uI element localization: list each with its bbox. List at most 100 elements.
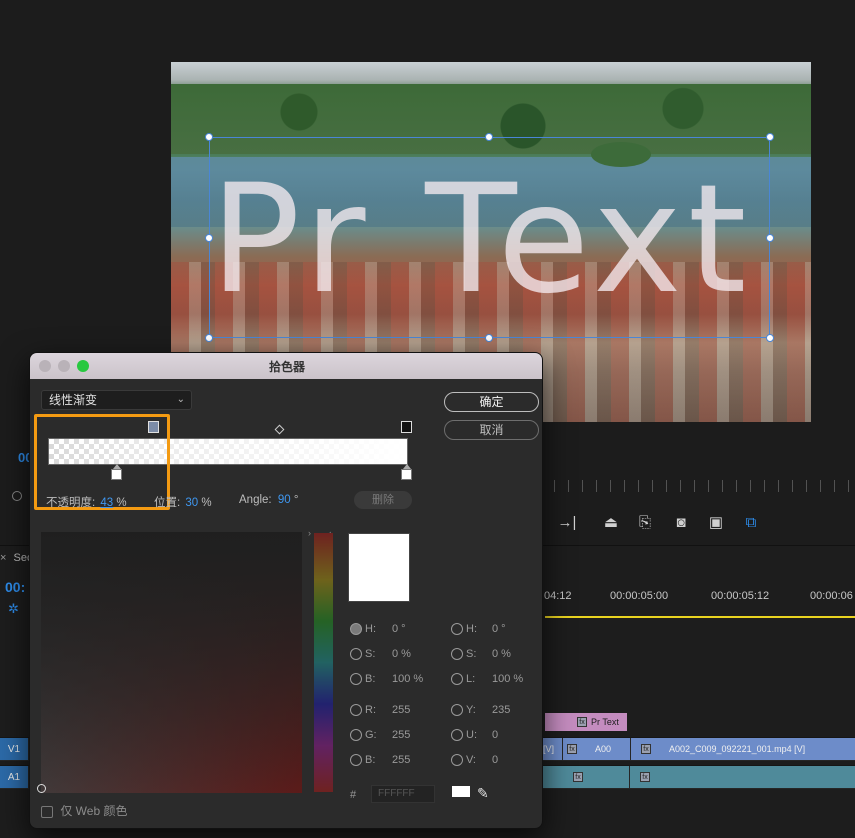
yuv-y-radio[interactable]: Y: [451, 704, 476, 717]
a1-clip-b[interactable]: fx [630, 766, 855, 788]
saturation-brightness-field[interactable] [37, 532, 302, 793]
yuv-y-value[interactable]: 235 [492, 704, 510, 716]
go-to-out-icon[interactable]: →| [553, 508, 581, 536]
bbox-handle-br[interactable] [766, 334, 774, 342]
fx-badge: fx [573, 772, 583, 782]
rgb-r-radio[interactable]: R: [350, 704, 376, 717]
hsb-s-value[interactable]: 0 % [392, 648, 411, 660]
opacity-value[interactable]: 43 [100, 497, 113, 509]
track-v1-label[interactable]: V1 [0, 738, 28, 760]
v1-clip-b-label: A00 [595, 744, 612, 754]
fx-badge: fx [640, 772, 650, 782]
yuv-v-label: V: [466, 754, 476, 766]
hsl-s-value[interactable]: 0 % [492, 648, 511, 660]
hsl-l-label: L: [466, 673, 476, 685]
hsl-h-radio[interactable]: H: [451, 623, 477, 636]
sequence-tab[interactable]: × Sec [0, 552, 32, 564]
vr-icon[interactable]: ⧉ [737, 508, 765, 536]
web-colors-only-checkbox[interactable]: 仅 Web 颜色 [41, 802, 127, 819]
hsb-b-radio[interactable]: B: [350, 673, 376, 686]
current-color-swatch [452, 786, 470, 797]
track-a1-label[interactable]: A1 [0, 766, 28, 788]
bbox-handle-bm[interactable] [485, 334, 493, 342]
yuv-y-label: Y: [466, 704, 476, 716]
color-picker-dialog: 拾色器 线性渐变 ⌄ 确定 取消 不透明度: 43 % 位置: 30 % Ang… [29, 352, 543, 829]
rgb-r-value[interactable]: 255 [392, 704, 410, 716]
ok-button[interactable]: 确定 [444, 392, 539, 412]
bbox-handle-bl[interactable] [205, 334, 213, 342]
hsb-h-value[interactable]: 0 ° [392, 623, 406, 635]
v1-clip-c[interactable]: fx A002_C009_092221_001.mp4 [V] [631, 738, 855, 760]
angle-value[interactable]: 90 [278, 494, 291, 506]
gradient-midpoint[interactable] [274, 424, 285, 435]
time-label-2: 00:00:05:00 [610, 590, 669, 602]
bbox-handle-tl[interactable] [205, 133, 213, 141]
color-field-cursor[interactable] [37, 784, 46, 793]
hsb-h-label: H: [365, 623, 376, 635]
tab-close-icon[interactable]: × [0, 552, 6, 564]
yuv-v-value[interactable]: 0 [492, 754, 498, 766]
hsb-b-value[interactable]: 100 % [392, 673, 423, 685]
hex-prefix: # [350, 789, 357, 801]
v1-clip-b[interactable]: fx A00 [563, 738, 630, 760]
camera-icon[interactable]: ◙ [667, 508, 695, 536]
rgb-b-value[interactable]: 255 [392, 754, 410, 766]
work-area-bar[interactable] [545, 616, 855, 618]
a1-clip-a[interactable]: fx [543, 766, 629, 788]
yuv-u-label: U: [466, 729, 477, 741]
fill-mode-select[interactable]: 线性渐变 ⌄ [41, 390, 192, 410]
radio-dot [451, 673, 463, 686]
bbox-handle-tm[interactable] [485, 133, 493, 141]
hue-slider[interactable] [314, 533, 333, 792]
position-field: 位置: 30 % [154, 494, 212, 510]
eyedropper-icon[interactable]: ✎ [477, 785, 489, 802]
monitor-ruler[interactable] [540, 480, 855, 492]
hsl-h-value[interactable]: 0 ° [492, 623, 506, 635]
fill-mode-value: 线性渐变 [49, 393, 98, 407]
fx-badge: fx [567, 744, 577, 754]
v1-clip-a[interactable]: [V] [543, 738, 562, 760]
rgb-r-label: R: [365, 704, 376, 716]
title-clip-label: Pr Text [591, 717, 619, 727]
time-label-1: 04:12 [544, 590, 572, 602]
hsl-l-value[interactable]: 100 % [492, 673, 523, 685]
compare-icon[interactable]: ▣ [702, 508, 730, 536]
radio-dot [350, 704, 362, 717]
playback-position-circle[interactable] [12, 491, 22, 501]
hsl-s-radio[interactable]: S: [451, 648, 476, 661]
opacity-label: 不透明度: [46, 497, 96, 509]
extract-icon[interactable]: ⎘ [631, 508, 659, 536]
checkbox-box [41, 805, 53, 818]
rgb-g-value[interactable]: 255 [392, 729, 410, 741]
hsb-b-label: B: [365, 673, 376, 685]
color-stop-right[interactable] [401, 464, 412, 480]
bbox-handle-ml[interactable] [205, 234, 213, 242]
title-clip[interactable]: fx Pr Text [545, 713, 627, 731]
radio-dot [350, 729, 362, 742]
radio-dot [451, 648, 463, 661]
bbox-handle-mr[interactable] [766, 234, 774, 242]
fx-badge: fx [577, 717, 587, 727]
radio-dot [451, 623, 463, 636]
snap-icon[interactable]: ✲ [8, 601, 19, 617]
hex-input[interactable]: FFFFFF [371, 785, 435, 803]
opacity-stop-right[interactable] [401, 421, 412, 433]
timeline-timecode-fragment: 00: [5, 579, 26, 595]
cancel-button[interactable]: 取消 [444, 420, 539, 440]
position-value[interactable]: 30 [185, 497, 198, 509]
monitor-transport-tools: →| ⏏ ⎘ ◙ ▣ ⧉ [545, 508, 855, 536]
dialog-titlebar[interactable]: 拾色器 [30, 353, 542, 379]
yuv-v-radio[interactable]: V: [451, 754, 476, 767]
bbox-handle-tr[interactable] [766, 133, 774, 141]
yuv-u-value[interactable]: 0 [492, 729, 498, 741]
delete-stop-button[interactable]: 删除 [354, 491, 412, 509]
text-bounding-box[interactable] [209, 137, 770, 338]
lift-icon[interactable]: ⏏ [597, 508, 625, 536]
yuv-u-radio[interactable]: U: [451, 729, 477, 742]
hsl-l-radio[interactable]: L: [451, 673, 476, 686]
rgb-g-radio[interactable]: G: [350, 729, 377, 742]
time-label-4: 00:00:06 [810, 590, 853, 602]
rgb-b-radio[interactable]: B: [350, 754, 375, 767]
hsb-s-radio[interactable]: S: [350, 648, 375, 661]
hsb-h-radio[interactable]: H: [350, 623, 376, 636]
